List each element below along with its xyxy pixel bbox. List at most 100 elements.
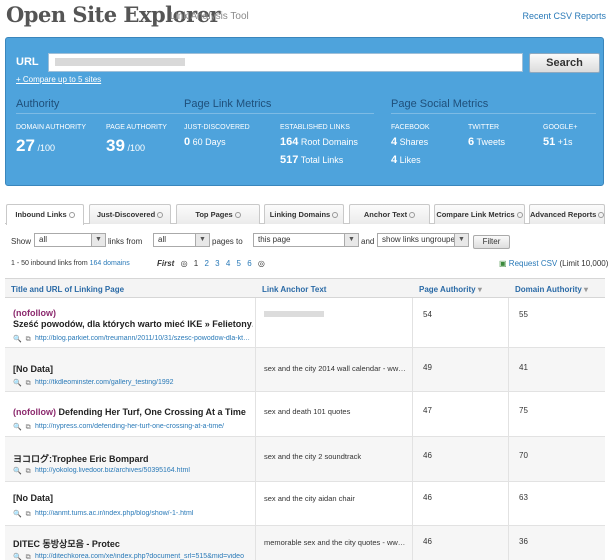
compare-sites-link[interactable]: + Compare up to 5 sites xyxy=(16,75,101,84)
filter-button[interactable]: Filter xyxy=(473,235,510,249)
recent-csv-reports-link[interactable]: Recent CSV Reports xyxy=(522,11,606,21)
next-icon[interactable]: ◎ xyxy=(258,259,265,268)
metrics-panel: URL Search + Compare up to 5 sites Autho… xyxy=(5,37,604,186)
row-tool-icons[interactable]: 🔍 ⧉ xyxy=(13,423,32,432)
column-divider xyxy=(508,298,509,560)
row-page-authority: 47 xyxy=(423,406,432,415)
row-title: (nofollow) Defending Her Turf, One Cross… xyxy=(13,407,246,417)
row-anchor-text: sex and the city 2014 wall calendar - ww… xyxy=(264,364,406,373)
row-domain-authority: 36 xyxy=(519,537,528,546)
tab-top-pages[interactable]: Top Pages xyxy=(176,204,260,224)
request-csv-link[interactable]: Request CSV xyxy=(509,259,557,268)
row-url-link[interactable]: http://tkdleominster.com/gallery_testing… xyxy=(35,379,267,386)
link-type-select[interactable]: all ▼ xyxy=(34,233,106,247)
row-anchor-text: sex and death 101 quotes xyxy=(264,407,351,416)
col-anchor-text[interactable]: Link Anchor Text xyxy=(262,285,326,294)
column-divider xyxy=(412,298,413,560)
row-tool-icons[interactable]: 🔍 ⧉ xyxy=(13,553,32,560)
row-tool-icons[interactable]: 🔍 ⧉ xyxy=(13,335,32,344)
just-discovered-value: 0 60 Days xyxy=(184,136,226,148)
page-social-metrics-heading: Page Social Metrics xyxy=(391,98,596,114)
page-authority-label: PAGE AUTHORITY xyxy=(106,124,167,131)
prev-icon[interactable]: ◎ xyxy=(181,259,188,268)
row-page-authority: 46 xyxy=(423,537,432,546)
chevron-down-icon: ▼ xyxy=(344,234,358,246)
row-domain-authority: 70 xyxy=(519,451,528,460)
page-2[interactable]: 2 xyxy=(204,259,208,268)
row-page-authority: 46 xyxy=(423,451,432,460)
row-url-link[interactable]: http://ianmt.tums.ac.ir/index.php/blog/s… xyxy=(35,510,267,517)
info-icon xyxy=(157,212,164,218)
total-links-value: 517 Total Links xyxy=(280,154,344,166)
page-6[interactable]: 6 xyxy=(247,259,251,268)
row-url-link[interactable]: http://nypress.com/defending-her-turf-on… xyxy=(35,423,267,430)
facebook-likes-value: 4 Likes xyxy=(391,154,421,166)
tab-advanced-reports[interactable]: Advanced Reports xyxy=(529,204,605,224)
domain-authority-value: 27 /100 xyxy=(16,136,55,155)
row-title: Sześć powodów, dla których warto mieć IK… xyxy=(13,319,253,329)
row-domain-authority: 63 xyxy=(519,493,528,502)
row-tool-icons[interactable]: 🔍 ⧉ xyxy=(13,379,32,388)
row-title: [No Data] xyxy=(13,493,53,503)
source-select[interactable]: all ▼ xyxy=(153,233,210,247)
target-select[interactable]: this page ▼ xyxy=(253,233,359,247)
domains-link[interactable]: 164 domains xyxy=(90,260,130,267)
page-5[interactable]: 5 xyxy=(237,259,241,268)
table-row: [No Data] 🔍 ⧉ http://tkdleominster.com/g… xyxy=(5,348,605,392)
url-input[interactable] xyxy=(48,53,523,72)
row-domain-authority: 55 xyxy=(519,310,528,319)
col-page-authority[interactable]: Page Authority ▾ xyxy=(419,285,482,294)
row-page-authority: 49 xyxy=(423,363,432,372)
tab-inbound-links[interactable]: Inbound Links xyxy=(6,204,84,225)
tab-just-discovered[interactable]: Just-Discovered xyxy=(89,204,171,224)
twitter-value: 6 Tweets xyxy=(468,136,505,148)
col-title-url[interactable]: Title and URL of Linking Page xyxy=(11,285,124,294)
info-icon xyxy=(409,212,416,218)
page-1[interactable]: 1 xyxy=(194,259,198,268)
row-domain-authority: 75 xyxy=(519,406,528,415)
column-divider xyxy=(255,298,256,560)
page-3[interactable]: 3 xyxy=(215,259,219,268)
results-count: 1 - 50 inbound links from 164 domains xyxy=(11,260,130,267)
table-row: (nofollow) Sześć powodów, dla których wa… xyxy=(5,298,605,348)
tab-anchor-text[interactable]: Anchor Text xyxy=(349,204,430,224)
row-url-link[interactable]: http://ditechkorea.com/xe/index.php?docu… xyxy=(35,553,267,560)
pages-to-label: pages to xyxy=(212,237,243,246)
url-label: URL xyxy=(16,56,39,68)
tab-compare-link-metrics[interactable]: Compare Link Metrics xyxy=(434,204,525,224)
row-title: [No Data] xyxy=(13,364,53,374)
row-tool-icons[interactable]: 🔍 ⧉ xyxy=(13,467,32,476)
page-authority-value: 39 /100 xyxy=(106,136,145,155)
links-from-label: links from xyxy=(108,237,143,246)
row-url-link[interactable]: http://yokolog.livedoor.biz/archives/503… xyxy=(35,467,267,474)
page-4[interactable]: 4 xyxy=(226,259,230,268)
facebook-label: FACEBOOK xyxy=(391,124,430,131)
col-domain-authority[interactable]: Domain Authority ▾ xyxy=(515,285,588,294)
table-row: (nofollow) Defending Her Turf, One Cross… xyxy=(5,392,605,437)
chevron-down-icon: ▼ xyxy=(91,234,105,246)
search-button[interactable]: Search xyxy=(529,53,600,73)
table-row: DITEC 동방상모음 - Protec 🔍 ⧉ http://ditechko… xyxy=(5,526,605,560)
grouping-select[interactable]: show links ungroupe ▼ xyxy=(377,233,469,247)
facebook-shares-value: 4 Shares xyxy=(391,136,429,148)
info-icon xyxy=(598,212,605,218)
row-nofollow-tag: (nofollow) xyxy=(13,308,56,318)
google-plus-value: 51 +1s xyxy=(543,136,573,148)
sort-icon: ▾ xyxy=(584,285,589,294)
root-domains-value: 164 Root Domains xyxy=(280,136,358,148)
info-icon xyxy=(68,212,75,218)
page-link-metrics-heading: Page Link Metrics xyxy=(184,98,374,114)
row-domain-authority: 41 xyxy=(519,363,528,372)
first-page-link[interactable]: First xyxy=(157,259,174,268)
sort-icon: ▾ xyxy=(477,285,482,294)
row-tool-icons[interactable]: 🔍 ⧉ xyxy=(13,510,32,519)
tab-linking-domains[interactable]: Linking Domains xyxy=(264,204,344,224)
show-label: Show xyxy=(11,237,32,246)
authority-heading: Authority xyxy=(16,98,196,114)
table-row: [No Data] 🔍 ⧉ http://ianmt.tums.ac.ir/in… xyxy=(5,482,605,526)
csv-icon: ▣ xyxy=(499,259,507,268)
info-icon xyxy=(516,212,523,218)
and-label: and xyxy=(361,237,375,246)
info-icon xyxy=(234,212,241,218)
row-url-link[interactable]: http://blog.parkiet.com/treumann/2011/10… xyxy=(35,335,267,342)
